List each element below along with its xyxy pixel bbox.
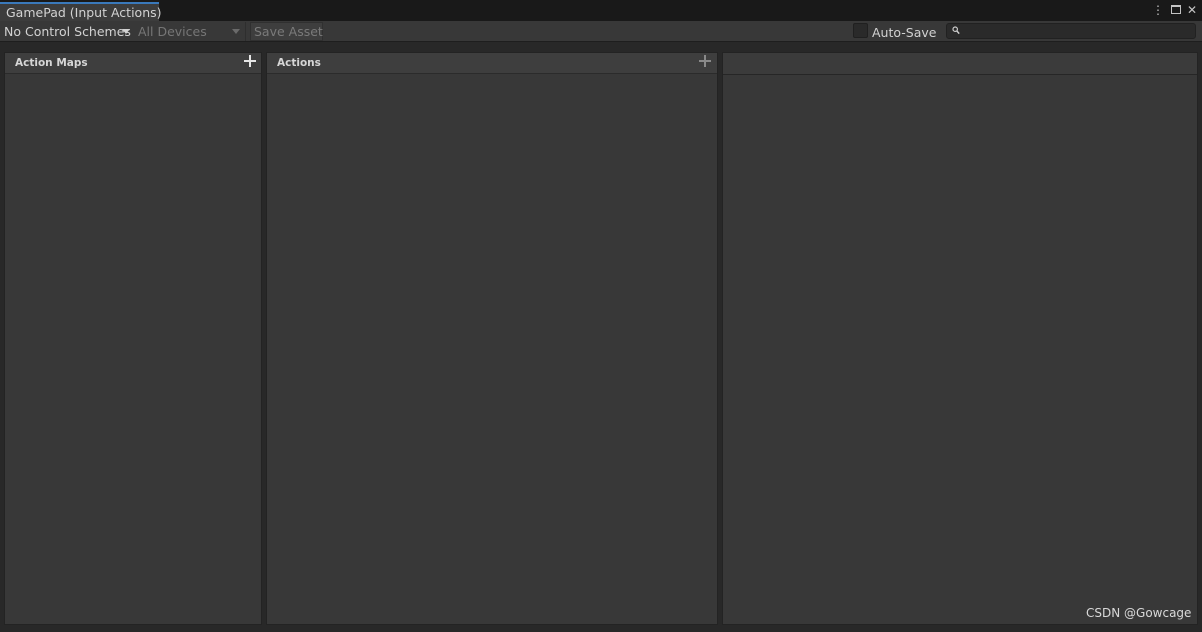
control-scheme-dropdown[interactable]: No Control Schemes — [4, 22, 132, 41]
chevron-down-icon — [232, 29, 240, 34]
tab-bar: GamePad (Input Actions) ⋮ ✕ — [0, 0, 1202, 21]
actions-title: Actions — [277, 57, 321, 69]
add-action-plus-icon[interactable] — [699, 55, 711, 67]
search-icon — [952, 26, 960, 35]
properties-header — [723, 53, 1197, 75]
actions-panel[interactable]: Actions — [266, 52, 718, 625]
properties-panel — [722, 52, 1198, 625]
autosave-label: Auto-Save — [872, 25, 937, 40]
autosave-checkbox[interactable] — [853, 23, 868, 38]
maximize-icon[interactable] — [1168, 2, 1184, 18]
control-scheme-label: No Control Schemes — [4, 24, 131, 39]
chevron-down-icon — [122, 29, 130, 34]
action-maps-title: Action Maps — [15, 57, 88, 69]
action-maps-panel[interactable]: Action Maps — [4, 52, 262, 625]
devices-dropdown[interactable]: All Devices — [134, 22, 246, 41]
action-maps-header: Action Maps — [5, 53, 261, 74]
actions-header: Actions — [267, 53, 717, 74]
toolbar: No Control Schemes All Devices Save Asse… — [0, 21, 1202, 42]
tab-gamepad-input-actions[interactable]: GamePad (Input Actions) — [0, 2, 162, 21]
search-input[interactable] — [946, 23, 1196, 39]
add-action-map-plus-icon[interactable] — [244, 55, 256, 67]
watermark: CSDN @Gowcage — [1086, 606, 1192, 620]
kebab-menu-icon[interactable]: ⋮ — [1150, 2, 1166, 18]
save-asset-button[interactable]: Save Asset — [250, 22, 323, 41]
close-icon[interactable]: ✕ — [1184, 2, 1200, 18]
devices-label: All Devices — [138, 24, 207, 39]
main-area: Action Maps Actions — [0, 43, 1202, 632]
